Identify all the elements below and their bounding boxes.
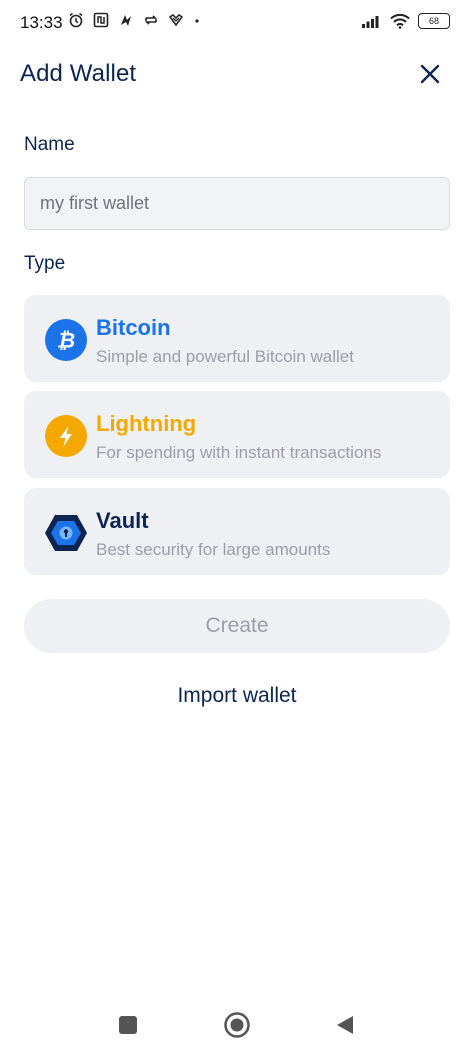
navigation-bar: [0, 1000, 474, 1053]
recent-apps-icon: [119, 1016, 137, 1034]
wallet-type-bitcoin[interactable]: ₿ Bitcoin Simple and powerful Bitcoin wa…: [24, 295, 450, 382]
back-button[interactable]: [330, 1010, 360, 1040]
wallet-type-title: Bitcoin: [96, 315, 171, 340]
notification-icon: [121, 15, 131, 26]
home-button[interactable]: [222, 1010, 252, 1040]
close-icon: [420, 64, 440, 84]
wallet-type-lightning[interactable]: Lightning For spending with instant tran…: [24, 391, 450, 478]
home-icon: [224, 1012, 250, 1038]
wallet-type-title: Lightning: [96, 411, 197, 436]
create-button[interactable]: Create: [24, 599, 450, 653]
bitcoin-icon: ₿: [45, 319, 87, 361]
vpn-icon: [168, 14, 184, 27]
wallet-type-vault[interactable]: Vault Best security for large amounts: [24, 488, 450, 575]
back-icon: [337, 1016, 353, 1034]
nfc-icon: [93, 12, 109, 28]
close-button[interactable]: [414, 58, 446, 90]
alarm-icon: [69, 12, 83, 28]
import-wallet-link[interactable]: Import wallet: [0, 684, 474, 708]
wallet-type-description: Simple and powerful Bitcoin wallet: [96, 347, 354, 366]
wallet-type-description: Best security for large amounts: [96, 540, 331, 559]
signal-icon: [362, 16, 379, 28]
status-icons-left: [68, 12, 201, 28]
battery-icon: 68: [418, 13, 450, 29]
wifi-icon: [390, 13, 410, 29]
wallet-type-description: For spending with instant transactions: [96, 443, 382, 462]
svg-text:₿: ₿: [57, 330, 75, 353]
type-label: Type: [24, 253, 66, 274]
name-label: Name: [24, 134, 75, 155]
status-bar: 13:33 68: [0, 0, 474, 44]
wallet-type-title: Vault: [96, 508, 149, 533]
lightning-icon: [45, 415, 87, 457]
status-time: 13:33: [20, 13, 63, 32]
dot-icon: [195, 19, 199, 23]
sync-icon: [145, 15, 157, 25]
status-icons-right: 68: [362, 13, 450, 29]
page-title: Add Wallet: [20, 60, 137, 87]
name-input[interactable]: [24, 177, 450, 230]
vault-icon: [45, 515, 87, 551]
recent-apps-button[interactable]: [113, 1010, 143, 1040]
battery-level: 68: [428, 16, 439, 26]
